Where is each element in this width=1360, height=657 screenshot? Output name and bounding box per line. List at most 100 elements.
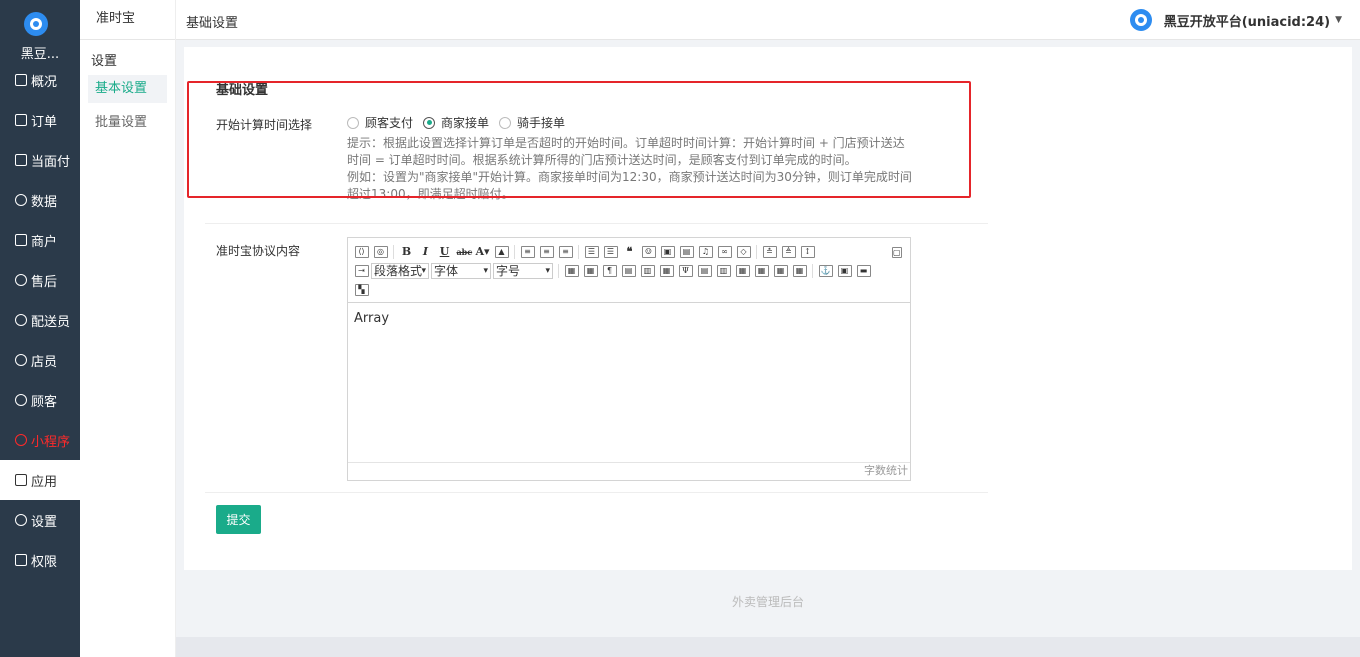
- radio-label: 顾客支付: [365, 116, 414, 130]
- split-cols-icon[interactable]: ▦: [792, 264, 807, 277]
- nav-item-label: 售后: [31, 274, 58, 290]
- delete-col-icon[interactable]: ▥: [716, 264, 731, 277]
- editor-content-area[interactable]: Array: [348, 303, 910, 463]
- radio-customer-pay[interactable]: 顾客支付: [347, 114, 413, 131]
- row-spacing-bottom-icon[interactable]: ≜: [781, 245, 796, 258]
- subnav-item-batch-settings[interactable]: 批量设置: [88, 109, 167, 137]
- link-icon[interactable]: ∞: [717, 245, 732, 258]
- row-spacing-top-icon[interactable]: ≛: [762, 245, 777, 258]
- user-name: 黑豆开放平台(uniacid:24): [1163, 14, 1331, 30]
- radio-merchant-accept[interactable]: 商家接单: [423, 114, 489, 131]
- bottom-band: [176, 637, 1360, 657]
- underline-icon[interactable]: U: [438, 245, 452, 258]
- list-icon: [15, 114, 27, 126]
- rich-text-editor: ⟨⟩ ◎ B I U abc A▾ ▲ ≡ ≡ ≡ ☰ ☰ ❝ ☺ ▣ ▤ ♫ …: [347, 237, 911, 481]
- nav-item-face-pay[interactable]: 当面付: [0, 140, 80, 180]
- delete-row-icon[interactable]: ▤: [697, 264, 712, 277]
- paragraph-format-select[interactable]: 段落格式: [371, 262, 429, 279]
- nav-item-couriers[interactable]: 配送员: [0, 300, 80, 340]
- image-icon[interactable]: ▣: [660, 245, 675, 258]
- html-source-icon[interactable]: ⟨⟩: [354, 245, 369, 258]
- calendar-icon: [15, 74, 27, 86]
- radio-rider-accept[interactable]: 骑手接单: [499, 114, 565, 131]
- blockquote-icon[interactable]: ❝: [623, 245, 637, 258]
- help-text-example: 例如：设置为"商家接单"开始计算。商家接单时间为12:30，商家预计送达时间为3…: [347, 170, 912, 200]
- preview-icon[interactable]: ◎: [373, 245, 388, 258]
- font-family-select[interactable]: 字体: [431, 262, 491, 279]
- strikethrough-icon[interactable]: abc: [457, 246, 473, 258]
- help-text: 提示：根据此设置选择计算订单是否超时的开始时间。订单超时时间计算：开始计算时间 …: [347, 135, 912, 200]
- insert-paragraph-icon[interactable]: ¶: [602, 264, 617, 277]
- emoji-icon[interactable]: ☺: [641, 245, 656, 258]
- list-icon: [15, 154, 27, 166]
- subnav-item-basic-settings[interactable]: 基本设置: [88, 75, 167, 103]
- nav-item-overview[interactable]: 概况: [0, 60, 80, 100]
- align-right-icon[interactable]: ≡: [558, 245, 573, 258]
- start-time-radio-group: 顾客支付 商家接单 骑手接单: [347, 114, 575, 131]
- nav-item-label: 概况: [31, 74, 58, 90]
- print-icon[interactable]: ▬: [856, 264, 871, 277]
- font-color-icon[interactable]: A▾: [476, 245, 490, 258]
- font-size-select[interactable]: 字号: [493, 262, 553, 279]
- nav-item-label: 权限: [31, 554, 58, 570]
- unordered-list-icon[interactable]: ☰: [603, 245, 618, 258]
- brand-logo-icon[interactable]: [24, 12, 48, 36]
- nav-item-miniapp[interactable]: 小程序: [0, 420, 80, 460]
- user-icon: [15, 354, 27, 366]
- insert-table-icon[interactable]: ▦: [564, 264, 579, 277]
- eraser-icon[interactable]: ◇: [736, 245, 751, 258]
- merge-cells-icon[interactable]: ▦: [659, 264, 674, 277]
- nav-item-orders[interactable]: 订单: [0, 100, 80, 140]
- line-height-icon[interactable]: ↕: [800, 245, 815, 258]
- split-cells-icon[interactable]: Ψ: [678, 264, 693, 277]
- user-menu[interactable]: 黑豆开放平台(uniacid:24) ▼: [1129, 9, 1342, 31]
- nav-item-after-sales[interactable]: 售后: [0, 260, 80, 300]
- radio-circle-icon: [499, 116, 512, 129]
- video-icon[interactable]: ▤: [679, 245, 694, 258]
- merge-down-icon[interactable]: ▦: [754, 264, 769, 277]
- sub-sidebar: 准时宝 设置 基本设置 批量设置: [80, 0, 176, 657]
- bold-icon[interactable]: B: [400, 245, 414, 258]
- miniapp-icon: [15, 434, 27, 446]
- nav-item-clerks[interactable]: 店员: [0, 340, 80, 380]
- anchor-icon[interactable]: ⚓: [818, 264, 833, 277]
- nav-item-customers[interactable]: 顾客: [0, 380, 80, 420]
- nav-item-apps[interactable]: 应用: [0, 460, 80, 500]
- indent-icon[interactable]: ⇥: [354, 264, 369, 277]
- nav-item-label: 订单: [31, 114, 58, 130]
- insert-col-icon[interactable]: ▥: [640, 264, 655, 277]
- nav-item-permissions[interactable]: 权限: [0, 540, 80, 580]
- store-icon: [15, 234, 27, 246]
- divider: [205, 492, 988, 493]
- lock-icon: [15, 554, 27, 566]
- music-icon[interactable]: ♫: [698, 245, 713, 258]
- user-icon: [15, 394, 27, 406]
- nav-item-settings[interactable]: 设置: [0, 500, 80, 540]
- submit-button[interactable]: 提交: [216, 505, 261, 534]
- nav-item-data[interactable]: 数据: [0, 180, 80, 220]
- split-rows-icon[interactable]: ▦: [773, 264, 788, 277]
- table-properties-icon[interactable]: ▦: [583, 264, 598, 277]
- align-left-icon[interactable]: ≡: [520, 245, 535, 258]
- nav-item-label: 商户: [31, 234, 58, 250]
- toolbar-separator: [812, 263, 813, 278]
- fullscreen-icon: ▢: [891, 247, 902, 258]
- agreement-label: 准时宝协议内容: [216, 244, 301, 258]
- editor-toolbar: ⟨⟩ ◎ B I U abc A▾ ▲ ≡ ≡ ≡ ☰ ☰ ❝ ☺ ▣ ▤ ♫ …: [348, 238, 910, 303]
- toolbar-separator: [578, 244, 579, 259]
- insert-row-icon[interactable]: ▤: [621, 264, 636, 277]
- background-color-icon[interactable]: ▲: [494, 245, 509, 258]
- nav-item-merchants[interactable]: 商户: [0, 220, 80, 260]
- breadcrumb: 基础设置: [186, 16, 239, 31]
- merge-right-icon[interactable]: ▦: [735, 264, 750, 277]
- insert-frame-icon[interactable]: ▣: [837, 264, 852, 277]
- radio-label: 商家接单: [441, 116, 490, 130]
- italic-icon[interactable]: I: [419, 245, 433, 258]
- ordered-list-icon[interactable]: ☰: [584, 245, 599, 258]
- nav-item-label: 当面付: [31, 154, 71, 170]
- align-center-icon[interactable]: ≡: [539, 245, 554, 258]
- toolbar-row: ▚: [352, 280, 906, 299]
- template-icon[interactable]: ▚: [354, 283, 369, 296]
- fullscreen-button[interactable]: ▢: [889, 244, 904, 258]
- apps-icon: [15, 474, 27, 486]
